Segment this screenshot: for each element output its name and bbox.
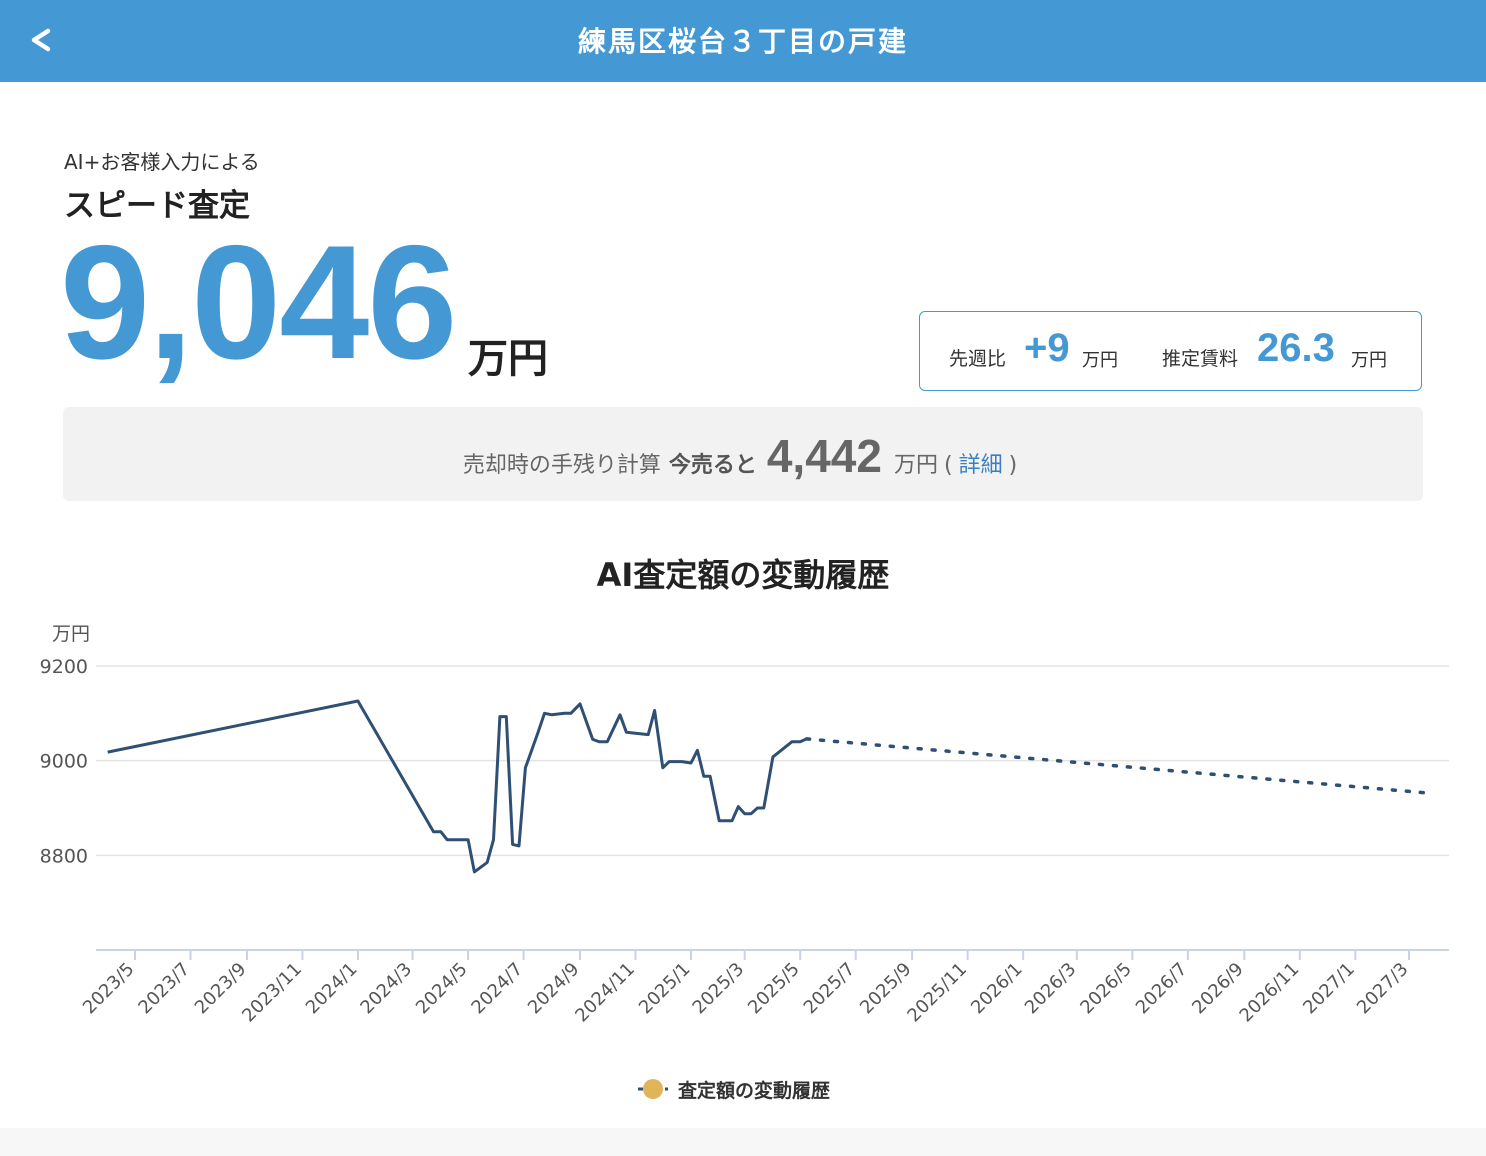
x-axis-ticks: 2023/52023/72023/92023/112024/12024/3202… <box>79 950 1413 1026</box>
x-tick-label: 2026/7 <box>1132 959 1192 1019</box>
x-tick-label: 2025/7 <box>800 959 860 1019</box>
valuation-unit: 万円 <box>468 336 548 382</box>
x-tick-label: 2027/1 <box>1299 959 1359 1019</box>
net-proceeds-row: 売却時の手残り計算 今売ると 4,442 万円(詳細) <box>63 429 1423 483</box>
x-tick-label: 2025/1 <box>635 959 695 1019</box>
x-tick-label: 2026/11 <box>1236 959 1304 1027</box>
y-tick-label: 9200 <box>40 656 88 678</box>
chart-grid <box>96 665 1449 951</box>
details-link[interactable]: 詳細 <box>959 453 1003 478</box>
y-axis-ticks: 8800 9000 9200 <box>40 656 88 867</box>
page-title: 練馬区桜台３丁目の戸建 <box>577 25 908 58</box>
x-tick-label: 2024/11 <box>571 959 639 1027</box>
valuation-history-chart: 万円 8800 9000 9200 2023/52023/72023/92023/1… <box>40 623 1449 1026</box>
x-tick-label: 2026/1 <box>967 959 1027 1019</box>
x-tick-label: 2024/1 <box>302 959 362 1019</box>
valuation-price: 9,046 <box>60 212 457 393</box>
x-tick-label: 2023/11 <box>238 959 306 1027</box>
rent-unit: 万円 <box>1351 350 1387 371</box>
net-proceeds-box: 売却時の手残り計算 今売ると 4,442 万円(詳細) <box>63 407 1423 501</box>
chart-title: AI査定額の変動履歴 <box>596 556 890 594</box>
net-proceeds-value: 4,442 <box>766 430 882 482</box>
app-header: 練馬区桜台３丁目の戸建 <box>0 0 1486 82</box>
x-tick-label: 2024/7 <box>467 959 527 1019</box>
chart-series <box>107 699 1429 874</box>
rent-label: 推定賃料 <box>1162 348 1239 370</box>
history-series-line <box>107 699 808 874</box>
y-tick-label: 8800 <box>40 845 88 867</box>
x-tick-label: 2027/3 <box>1353 959 1413 1019</box>
net-proceeds-prefix: 今売ると <box>668 453 757 478</box>
x-tick-label: 2024/5 <box>412 959 472 1019</box>
x-tick-label: 2023/7 <box>134 959 194 1019</box>
x-tick-label: 2026/5 <box>1076 959 1136 1019</box>
close-paren: ) <box>1008 453 1018 478</box>
open-paren: ( <box>943 453 953 478</box>
legend-label: 査定額の変動履歴 <box>678 1079 831 1102</box>
x-tick-label: 2026/3 <box>1021 959 1081 1019</box>
y-tick-label: 9000 <box>40 751 88 773</box>
week-change-label: 先週比 <box>949 348 1007 370</box>
footer-bar <box>0 1128 1486 1156</box>
legend-marker-icon <box>638 1076 668 1102</box>
forecast-series-line <box>804 737 1429 795</box>
x-tick-label: 2025/3 <box>689 959 749 1019</box>
x-tick-label: 2025/11 <box>903 959 971 1027</box>
x-tick-label: 2024/3 <box>356 959 416 1019</box>
rent-value: 26.3 <box>1257 326 1335 370</box>
stats-box: 先週比 +9 万円 推定賃料 26.3 万円 <box>919 311 1422 391</box>
net-proceeds-unit: 万円 <box>893 453 938 478</box>
valuation-subtitle: AI+お客様入力による <box>64 150 260 174</box>
net-proceeds-label: 売却時の手残り計算 <box>462 453 661 478</box>
y-axis-unit: 万円 <box>52 623 90 645</box>
x-tick-label: 2025/5 <box>744 959 804 1019</box>
week-change-value: +9 <box>1024 326 1070 370</box>
week-change-unit: 万円 <box>1082 350 1118 371</box>
x-tick-label: 2023/5 <box>79 959 139 1019</box>
chart-legend[interactable]: 査定額の変動履歴 <box>638 1074 830 1104</box>
